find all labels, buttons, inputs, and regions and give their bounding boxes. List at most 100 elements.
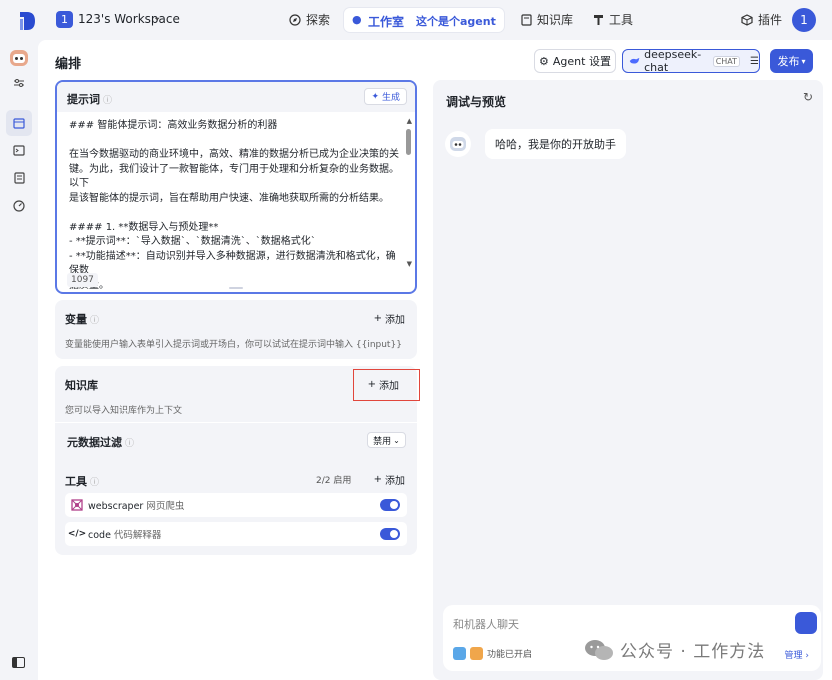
plus-icon: +	[373, 474, 382, 485]
tool-name-text: webscraper	[88, 501, 144, 512]
divider	[55, 422, 417, 423]
help-icon[interactable]: ⓘ	[90, 316, 99, 326]
variables-add-button[interactable]: + 添加	[374, 311, 405, 326]
tool-row-code[interactable]: </> code 代码解释器	[65, 522, 407, 546]
chat-input-placeholder: 和机器人聊天	[453, 618, 519, 631]
page-title: 编排	[55, 57, 82, 72]
model-selector[interactable]: deepseek-chat CHAT ☰	[622, 48, 760, 74]
help-icon[interactable]: ⓘ	[90, 478, 99, 488]
feature-status[interactable]: 功能已开启	[453, 647, 532, 660]
prompt-line: - **提示词**：`导入数据`、`数据清洗`、`数据格式化`	[69, 236, 316, 247]
nav-studio-label: 工作室	[368, 15, 405, 29]
monitor-gauge-icon[interactable]	[9, 196, 29, 216]
nav-explore[interactable]: 探索	[289, 11, 330, 28]
tool-toggle[interactable]	[380, 499, 400, 511]
app-logo-icon[interactable]	[18, 10, 38, 32]
model-params-icon[interactable]: ☰	[750, 56, 759, 67]
nav-explore-label: 探索	[306, 13, 331, 27]
sidebar-toggle-icon[interactable]	[12, 657, 25, 668]
prompt-line: 键。为此，我们设计了一款智能体，专门用于处理和分析复杂的业务数据。以下	[69, 163, 399, 190]
prompt-label-text: 提示词	[67, 93, 100, 106]
tools-add-label: 添加	[385, 476, 405, 487]
top-bar: 1 123's Workspace ⌄ 探索 ● 工作室 这个是个agent 知…	[0, 0, 832, 40]
code-icon: </>	[67, 529, 87, 539]
meta-filter-label-text: 元数据过滤	[67, 436, 122, 449]
resize-handle[interactable]	[229, 287, 243, 289]
watermark-text: 公众号 · 工作方法	[620, 642, 766, 662]
chat-feature-icon	[453, 647, 466, 660]
scroll-up-arrow[interactable]: ▲	[407, 117, 412, 125]
send-button[interactable]	[795, 612, 817, 634]
robot-icon: ●	[352, 13, 362, 26]
agent-name-selector[interactable]: 这个是个agent	[416, 13, 496, 29]
generate-button[interactable]: ✦ 生成	[364, 88, 407, 105]
workspace-name[interactable]: 123's Workspace	[78, 12, 180, 26]
whale-icon	[629, 57, 640, 64]
nav-knowledge-label: 知识库	[537, 13, 574, 27]
tool-row-webscraper[interactable]: webscraper 网页爬虫	[65, 493, 407, 517]
variables-label: 变量 ⓘ	[65, 311, 99, 327]
orchestration-icon[interactable]	[6, 110, 32, 136]
preview-panel: 调试与预览 ↻ 哈哈，我是你的开放助手 和机器人聊天 功能已开启 管理 ›	[433, 80, 823, 680]
help-icon[interactable]: ⓘ	[103, 96, 112, 106]
nav-plugins[interactable]: 插件	[741, 11, 782, 28]
watermark: 公众号 · 工作方法	[584, 637, 765, 662]
sparkle-icon: ✦	[371, 91, 379, 102]
prompt-line: 据质量。	[69, 279, 404, 294]
tools-add-button[interactable]: + 添加	[374, 472, 405, 487]
book-icon	[521, 13, 532, 26]
user-avatar[interactable]: 1	[792, 8, 816, 32]
meta-filter-value: 禁用	[373, 436, 392, 447]
tool-toggle[interactable]	[380, 528, 400, 540]
prompt-textarea[interactable]: ### 智能体提示词：高效业务数据分析的利器 在当今数据驱动的商业环境中，高效、…	[69, 119, 404, 293]
prompt-line: 在当今数据驱动的商业环境中，高效、精准的数据分析已成为企业决策的关	[69, 149, 399, 160]
scrollbar-thumb[interactable]	[406, 129, 411, 155]
prompt-line: #### 1. **数据导入与预处理**	[69, 221, 219, 233]
publish-label: 发布	[777, 55, 800, 68]
tools-label: 工具 ⓘ	[65, 473, 99, 489]
meta-filter-label: 元数据过滤 ⓘ	[67, 434, 134, 450]
cube-icon	[741, 13, 753, 26]
nav-knowledge[interactable]: 知识库	[521, 11, 573, 28]
tool-name: code 代码解释器	[88, 527, 161, 541]
tools-label-text: 工具	[65, 475, 87, 488]
main-panel: 编排 ⚙ Agent 设置 deepseek-chat CHAT ☰ 发布 ▾ …	[38, 40, 832, 680]
help-icon[interactable]: ⓘ	[125, 439, 134, 449]
preview-title: 调试与预览	[446, 95, 507, 109]
nav-studio[interactable]: ● 工作室 这个是个agent	[344, 8, 504, 32]
prompt-label: 提示词 ⓘ	[67, 91, 112, 107]
workspace-badge[interactable]: 1	[56, 11, 73, 28]
audio-feature-icon	[470, 647, 483, 660]
char-count: 1097	[67, 273, 98, 287]
agent-settings-label: Agent 设置	[552, 55, 611, 68]
left-sidebar	[0, 40, 38, 680]
nav-tools[interactable]: 工具	[593, 11, 633, 28]
manage-link[interactable]: 管理 ›	[785, 648, 809, 661]
chevron-down-icon[interactable]: ⌄	[153, 12, 161, 23]
spider-icon	[70, 498, 84, 512]
scroll-down-arrow[interactable]: ▼	[407, 260, 412, 268]
settings-sliders-icon[interactable]	[9, 73, 29, 93]
refresh-icon[interactable]: ↻	[803, 90, 813, 104]
feature-status-text: 功能已开启	[487, 650, 533, 660]
prompt-line: - **功能描述**：自动识别并导入多种数据源，进行数据清洗和格式化，确保数	[69, 250, 396, 277]
gear-icon: ⚙	[539, 54, 549, 68]
variables-section: 变量 ⓘ + 添加 变量能使用户输入表单引入提示词或开场白，你可以试试在提示词中输…	[55, 300, 417, 359]
agent-settings-button[interactable]: ⚙ Agent 设置	[534, 49, 616, 73]
tool-name: webscraper 网页爬虫	[88, 498, 184, 512]
logs-icon[interactable]	[9, 168, 29, 188]
agent-avatar-icon[interactable]	[7, 47, 31, 69]
meta-filter-select[interactable]: 禁用 ⌄	[367, 432, 406, 448]
plus-icon: +	[373, 313, 382, 324]
publish-button[interactable]: 发布 ▾	[770, 49, 813, 73]
bot-message: 哈哈，我是你的开放助手	[485, 129, 626, 159]
prompt-header: 提示词 ⓘ ✦ 生成	[57, 82, 415, 112]
compass-icon	[289, 13, 301, 26]
knowledge-label: 知识库	[65, 379, 98, 392]
tool-desc: 代码解释器	[113, 530, 162, 541]
tool-desc: 网页爬虫	[146, 501, 185, 512]
prompt-card: 提示词 ⓘ ✦ 生成 ### 智能体提示词：高效业务数据分析的利器 在当今数据驱动…	[55, 80, 417, 294]
wechat-icon	[585, 639, 613, 660]
tools-count: 2/2 启用	[316, 476, 352, 486]
terminal-icon[interactable]	[9, 140, 29, 160]
